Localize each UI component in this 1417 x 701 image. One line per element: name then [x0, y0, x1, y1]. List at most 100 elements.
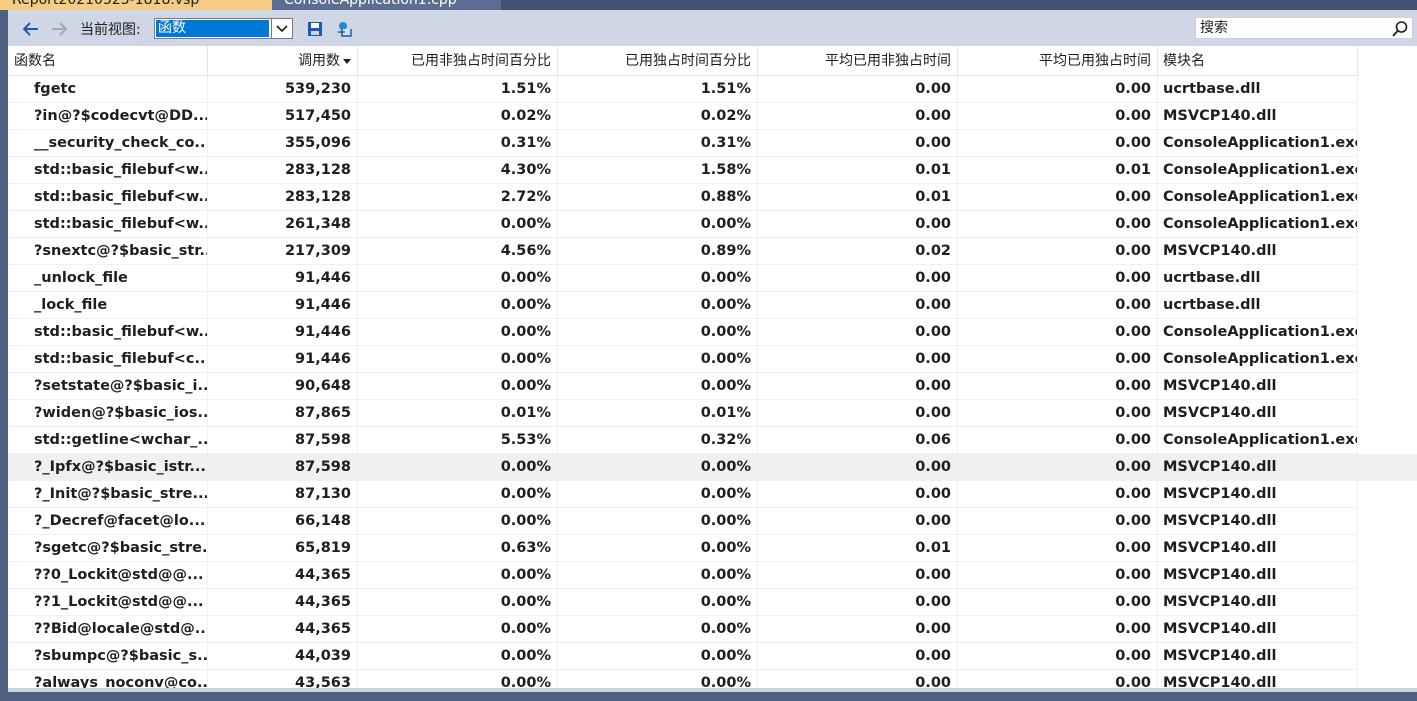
cell-exclusive-pct: 0.00%	[558, 481, 758, 508]
arrow-right-icon	[52, 22, 67, 36]
table-row[interactable]: std::basic_filebuf<w... 91,446 0.00% 0.00% 0…	[8, 319, 1417, 346]
cell-inclusive-pct: 0.00%	[358, 670, 558, 688]
cell-module-name: ConsoleApplication1.exe	[1158, 184, 1358, 211]
cell-call-count: 517,450	[208, 103, 358, 130]
cell-inclusive-pct: 0.00%	[358, 346, 558, 373]
search-icon[interactable]	[1391, 20, 1409, 38]
table-row[interactable]: std::basic_filebuf<c... 91,446 0.00% 0.00% 0…	[8, 346, 1417, 373]
cell-avg-inclusive: 0.00	[758, 562, 958, 589]
cell-avg-exclusive: 0.00	[958, 184, 1158, 211]
cell-exclusive-pct: 0.01%	[558, 400, 758, 427]
cell-module-name: ConsoleApplication1.exe	[1158, 346, 1358, 373]
cell-call-count: 261,348	[208, 211, 358, 238]
table-row[interactable]: ?always_noconv@co... 43,563 0.00% 0.00% 0.00…	[8, 670, 1417, 688]
cell-call-count: 91,446	[208, 319, 358, 346]
cell-exclusive-pct: 0.00%	[558, 346, 758, 373]
cell-avg-inclusive: 0.01	[758, 184, 958, 211]
current-view-value: 函数	[156, 20, 269, 37]
table-row[interactable]: ?in@?$codecvt@DD... 517,450 0.02% 0.02% 0.00…	[8, 103, 1417, 130]
cell-avg-inclusive: 0.00	[758, 103, 958, 130]
forward-button[interactable]	[48, 18, 70, 40]
cell-avg-inclusive: 0.00	[758, 481, 958, 508]
horizontal-scrollbar[interactable]	[8, 688, 1417, 692]
cell-function-name: _unlock_file	[8, 265, 208, 292]
cell-function-name: ?sbumpc@?$basic_s...	[8, 643, 208, 670]
cell-avg-inclusive: 0.06	[758, 427, 958, 454]
column-header-avg-exclusive[interactable]: 平均已用独占时间	[958, 46, 1158, 76]
cell-call-count: 44,365	[208, 589, 358, 616]
cell-call-count: 91,446	[208, 265, 358, 292]
column-header-function-name[interactable]: 函数名	[8, 46, 208, 76]
cell-module-name: MSVCP140.dll	[1158, 589, 1358, 616]
table-row[interactable]: ?setstate@?$basic_i... 90,648 0.00% 0.00% 0.…	[8, 373, 1417, 400]
column-header-exclusive-pct[interactable]: 已用独占时间百分比	[558, 46, 758, 76]
cell-avg-exclusive: 0.00	[958, 616, 1158, 643]
cell-inclusive-pct: 0.00%	[358, 292, 558, 319]
cell-function-name: std::basic_filebuf<c...	[8, 346, 208, 373]
cell-function-name: ?setstate@?$basic_i...	[8, 373, 208, 400]
table-row[interactable]: std::basic_filebuf<w... 283,128 4.30% 1.58%…	[8, 157, 1417, 184]
cell-call-count: 283,128	[208, 184, 358, 211]
cell-inclusive-pct: 0.63%	[358, 535, 558, 562]
cell-inclusive-pct: 0.00%	[358, 319, 558, 346]
cell-inclusive-pct: 0.00%	[358, 454, 558, 481]
cell-inclusive-pct: 2.72%	[358, 184, 558, 211]
cell-call-count: 44,365	[208, 562, 358, 589]
table-row[interactable]: ?snextc@?$basic_str... 217,309 4.56% 0.89% 0…	[8, 238, 1417, 265]
table-row[interactable]: ?sgetc@?$basic_stre... 65,819 0.63% 0.00% 0.…	[8, 535, 1417, 562]
cell-exclusive-pct: 0.00%	[558, 454, 758, 481]
table-row[interactable]: _lock_file 91,446 0.00% 0.00% 0.00 0.00 ucrtba…	[8, 292, 1417, 319]
tab-source-file[interactable]: ConsoleApplication1.cpp	[272, 0, 501, 10]
table-row[interactable]: ??Bid@locale@std@... 44,365 0.00% 0.00% 0.00…	[8, 616, 1417, 643]
search-input[interactable]	[1200, 19, 1380, 37]
table-row[interactable]: _unlock_file 91,446 0.00% 0.00% 0.00 0.00 ucrt…	[8, 265, 1417, 292]
cell-avg-exclusive: 0.00	[958, 76, 1158, 103]
table-row[interactable]: ?_Decref@facet@lo... 66,148 0.00% 0.00% 0.00…	[8, 508, 1417, 535]
cell-exclusive-pct: 1.58%	[558, 157, 758, 184]
toolbar: 当前视图: 函数	[8, 10, 1417, 46]
cell-inclusive-pct: 0.02%	[358, 103, 558, 130]
table-row[interactable]: fgetc 539,230 1.51% 1.51% 0.00 0.00 ucrtbase.d…	[8, 76, 1417, 103]
cell-function-name: std::basic_filebuf<w...	[8, 157, 208, 184]
cell-inclusive-pct: 4.56%	[358, 238, 558, 265]
export-button[interactable]	[334, 18, 356, 40]
cell-exclusive-pct: 0.00%	[558, 616, 758, 643]
cell-avg-exclusive: 0.00	[958, 589, 1158, 616]
column-header-call-count-label: 调用数	[298, 53, 340, 69]
cell-exclusive-pct: 0.00%	[558, 319, 758, 346]
table-row[interactable]: ??0_Lockit@std@@... 44,365 0.00% 0.00% 0.00 0…	[8, 562, 1417, 589]
table-row[interactable]: std::basic_filebuf<w... 283,128 2.72% 0.88%…	[8, 184, 1417, 211]
table-row[interactable]: __security_check_co... 355,096 0.31% 0.31% 0…	[8, 130, 1417, 157]
cell-avg-inclusive: 0.00	[758, 400, 958, 427]
tab-report[interactable]: Report20210525-1818.vsp	[0, 0, 272, 10]
back-button[interactable]	[20, 18, 42, 40]
column-header-inclusive-pct[interactable]: 已用非独占时间百分比	[358, 46, 558, 76]
column-header-module-name[interactable]: 模块名	[1158, 46, 1358, 76]
table-row[interactable]: ?_Init@?$basic_stre... 87,130 0.00% 0.00% 0.…	[8, 481, 1417, 508]
cell-function-name: std::getline<wchar_...	[8, 427, 208, 454]
cell-exclusive-pct: 0.00%	[558, 535, 758, 562]
function-stats-table: 函数名 调用数 已用非独占时间百分比 已用独占时间百分比 平均已用非独占时间 平…	[8, 46, 1417, 688]
current-view-dropdown[interactable]: 函数	[154, 18, 293, 39]
cell-exclusive-pct: 0.00%	[558, 589, 758, 616]
cell-inclusive-pct: 5.53%	[358, 427, 558, 454]
cell-avg-inclusive: 0.02	[758, 238, 958, 265]
cell-module-name: MSVCP140.dll	[1158, 400, 1358, 427]
column-header-call-count[interactable]: 调用数	[208, 46, 358, 76]
table-row[interactable]: ?_Ipfx@?$basic_istr... 87,598 0.00% 0.00% 0.…	[8, 454, 1417, 481]
table-row[interactable]: ?widen@?$basic_ios... 87,865 0.01% 0.01% 0.0…	[8, 400, 1417, 427]
cell-avg-exclusive: 0.00	[958, 481, 1158, 508]
cell-function-name: ??1_Lockit@std@@...	[8, 589, 208, 616]
cell-avg-inclusive: 0.00	[758, 373, 958, 400]
cell-call-count: 66,148	[208, 508, 358, 535]
table-row[interactable]: ?sbumpc@?$basic_s... 44,039 0.00% 0.00% 0.00…	[8, 643, 1417, 670]
current-view-label: 当前视图:	[80, 22, 141, 38]
table-row[interactable]: std::getline<wchar_... 87,598 5.53% 0.32% 0.…	[8, 427, 1417, 454]
cell-function-name: fgetc	[8, 76, 208, 103]
table-row[interactable]: std::basic_filebuf<w... 261,348 0.00% 0.00%…	[8, 211, 1417, 238]
arrow-left-icon	[23, 22, 38, 36]
save-button[interactable]	[304, 18, 326, 40]
table-row[interactable]: ??1_Lockit@std@@... 44,365 0.00% 0.00% 0.00 0…	[8, 589, 1417, 616]
cell-avg-exclusive: 0.00	[958, 643, 1158, 670]
column-header-avg-inclusive[interactable]: 平均已用非独占时间	[758, 46, 958, 76]
